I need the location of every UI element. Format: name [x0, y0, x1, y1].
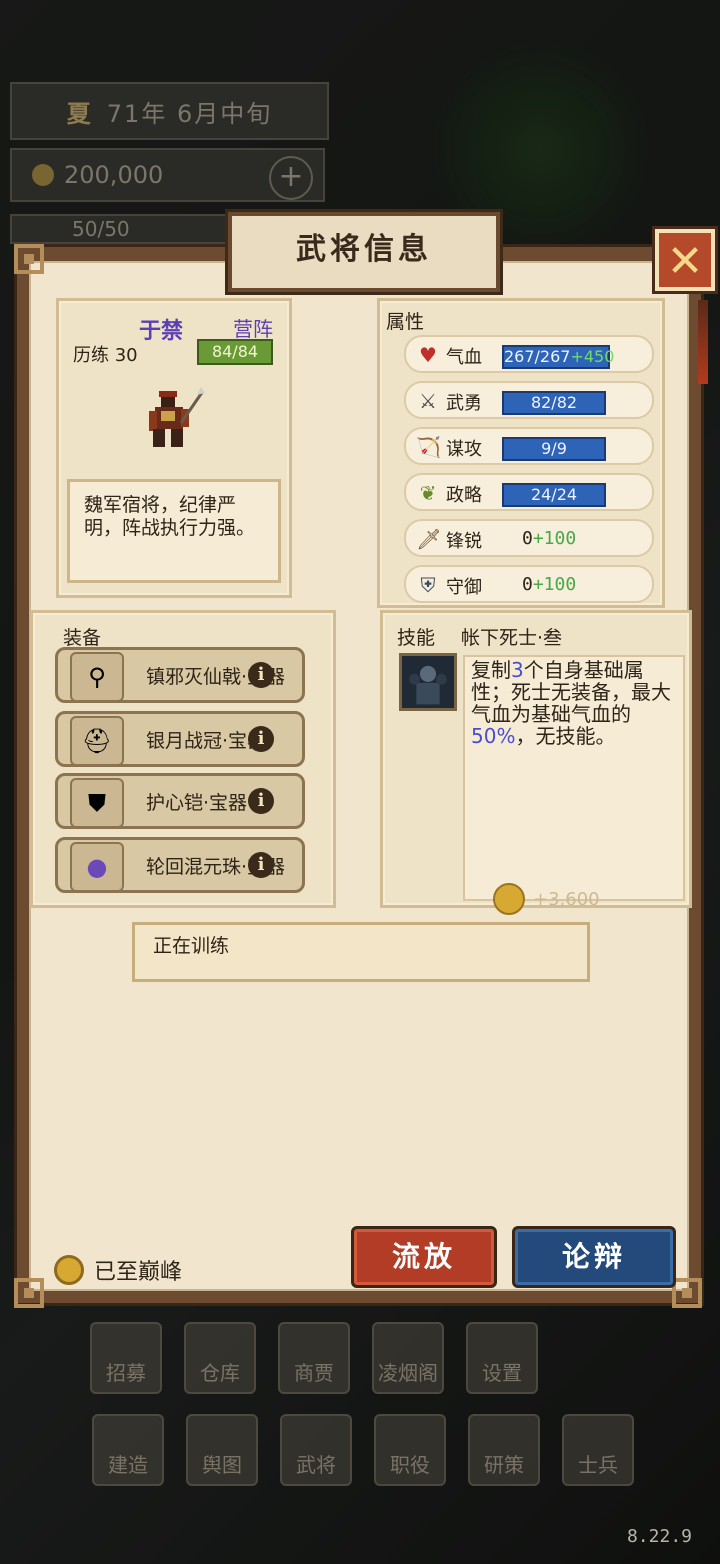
- attributes-panel: 属性 ♥ 气血 267/267+450 ⚔ 武勇 82/82 🏹 谋攻 9/9 …: [377, 298, 665, 608]
- info-icon[interactable]: i: [248, 662, 274, 688]
- attr-bar-strategy: 9/9: [502, 437, 606, 461]
- exile-button[interactable]: 流放: [351, 1226, 497, 1288]
- equipment-title: 装备: [63, 627, 102, 649]
- bow-icon: 🏹: [416, 435, 441, 459]
- nav-settings[interactable]: 设置: [466, 1322, 538, 1394]
- season-label: 夏: [66, 99, 93, 128]
- attr-row-sharpness: 🗡 锋锐 0+100: [404, 519, 654, 557]
- nav-merchant[interactable]: 商贾: [278, 1322, 350, 1394]
- orb-icon: ●: [70, 842, 124, 892]
- peak-status: 已至巅峰: [54, 1254, 182, 1286]
- gold-amount: 200,000: [64, 161, 164, 189]
- debate-button[interactable]: 论辩: [512, 1226, 676, 1288]
- nav-soldiers[interactable]: 士兵: [562, 1414, 634, 1486]
- nav-lingyan[interactable]: 凌烟阁: [372, 1322, 444, 1394]
- attr-base: 0: [522, 528, 533, 549]
- nav-recruit[interactable]: 招募: [90, 1322, 162, 1394]
- add-gold-button[interactable]: +: [269, 156, 313, 200]
- skill-label: 技能: [397, 627, 436, 649]
- hero-card: 于禁 营阵 历练 30 84/84 魏军宿将，纪律严明，阵战执行力强。: [56, 298, 292, 598]
- attr-name: 政略: [446, 485, 482, 506]
- hero-hp-badge: 84/84: [197, 339, 273, 365]
- coin-icon: [54, 1255, 84, 1285]
- dialog-title: 武将信息: [228, 212, 500, 292]
- nav-build[interactable]: 建造: [92, 1414, 164, 1486]
- corner-knot-icon: [4, 1268, 58, 1322]
- info-icon[interactable]: i: [248, 726, 274, 752]
- skill-upgrade-cost[interactable]: +3,600: [493, 883, 600, 915]
- skill-description: 复制3个自身基础属性；死士无装备，最大气血为基础气血的50%，无技能。: [463, 655, 685, 901]
- halberd-icon: ⚲: [70, 652, 124, 702]
- skill-desc-text: 复制: [471, 658, 511, 682]
- attr-row-politics: ❦ 政略 24/24: [404, 473, 654, 511]
- training-status: 正在训练: [132, 922, 590, 982]
- skill-desc-number: 50%: [471, 724, 516, 748]
- corner-knot-icon: [4, 234, 58, 288]
- equipment-slot-armor[interactable]: ⛊ 护心铠·宝器 i: [55, 773, 305, 829]
- heart-icon: ♥: [419, 343, 437, 367]
- coin-icon: [493, 883, 525, 915]
- date-label: 71年 6月中旬: [106, 99, 273, 128]
- attr-name: 谋攻: [446, 439, 482, 460]
- wheat-icon: ❦: [419, 481, 437, 505]
- shield-icon: ⛨: [420, 573, 436, 597]
- helmet-icon: ⛑: [70, 716, 124, 766]
- attr-name: 守御: [446, 577, 482, 598]
- skill-panel: 技能 帐下死士·叁 复制3个自身基础属性；死士无装备，最大气血为基础气血的50%…: [380, 610, 692, 915]
- attr-value: 0+100: [522, 528, 576, 549]
- skill-desc-number: 3: [511, 658, 524, 682]
- nav-warehouse[interactable]: 仓库: [184, 1322, 256, 1394]
- nav-research[interactable]: 研策: [468, 1414, 540, 1486]
- attr-bonus: +100: [532, 574, 577, 595]
- equipment-slot-weapon[interactable]: ⚲ 镇邪灭仙戟·宝器 i: [55, 647, 305, 703]
- season-date-bar: 夏 71年 6月中旬: [10, 82, 329, 140]
- attr-bar-valor: 82/82: [502, 391, 606, 415]
- nav-posts[interactable]: 职役: [374, 1414, 446, 1486]
- gold-bar: 200,000 +: [10, 148, 325, 202]
- attr-row-valor: ⚔ 武勇 82/82: [404, 381, 654, 419]
- hero-name: 于禁: [139, 319, 184, 344]
- attr-bar-politics: 24/24: [502, 483, 606, 507]
- attr-base: 0: [522, 574, 533, 595]
- hero-experience: 历练 30: [73, 345, 138, 366]
- equipment-slot-helmet[interactable]: ⛑ 银月战冠·宝器 i: [55, 711, 305, 767]
- attr-bonus: +450: [570, 347, 615, 366]
- attr-name: 锋锐: [446, 531, 482, 552]
- nav-map[interactable]: 舆图: [186, 1414, 258, 1486]
- attr-row-strategy: 🏹 谋攻 9/9: [404, 427, 654, 465]
- hero-role: 营阵: [233, 317, 273, 341]
- skill-icon[interactable]: [399, 653, 457, 711]
- hero-description: 魏军宿将，纪律严明，阵战执行力强。: [67, 479, 281, 583]
- info-icon[interactable]: i: [248, 788, 274, 814]
- coin-icon: [32, 164, 54, 186]
- close-button[interactable]: ✕: [655, 229, 715, 291]
- attr-name: 武勇: [446, 393, 482, 414]
- skill-cost-value: +3,600: [533, 888, 600, 910]
- equipment-slot-treasure[interactable]: ● 轮回混元珠·宝器 i: [55, 837, 305, 893]
- attr-row-hp: ♥ 气血 267/267+450: [404, 335, 654, 373]
- equipment-name: 护心铠·宝器: [146, 792, 248, 814]
- attributes-title: 属性: [386, 311, 425, 333]
- bottom-nav-row-1: 招募 仓库 商贾 凌烟阁 设置: [90, 1322, 538, 1394]
- skill-name: 帐下死士·叁: [461, 627, 563, 649]
- tassel-ornament: [698, 300, 708, 384]
- version-label: 8.22.9: [626, 1526, 692, 1547]
- bottom-nav-row-2: 建造 舆图 武将 职役 研策 士兵: [92, 1414, 634, 1486]
- info-icon[interactable]: i: [248, 852, 274, 878]
- attr-value: 0+100: [522, 574, 576, 595]
- nav-generals[interactable]: 武将: [280, 1414, 352, 1486]
- armor-icon: ⛊: [70, 778, 124, 828]
- troops-count: 50/50: [72, 217, 130, 241]
- attr-bar-hp: 267/267+450: [502, 345, 614, 369]
- sword-icon: 🗡: [416, 527, 442, 551]
- attr-row-defense: ⛨ 守御 0+100: [404, 565, 654, 603]
- peak-label: 已至巅峰: [94, 1260, 183, 1285]
- attr-name: 气血: [446, 347, 482, 368]
- hero-portrait: [149, 387, 205, 447]
- attr-value: 267/267: [504, 347, 571, 366]
- swords-icon: ⚔: [419, 389, 437, 413]
- equipment-panel: 装备 ⚲ 镇邪灭仙戟·宝器 i ⛑ 银月战冠·宝器 i ⛊ 护心铠·宝器 i ●…: [30, 610, 336, 908]
- skill-desc-text: ，无技能。: [515, 724, 616, 748]
- attr-bonus: +100: [532, 528, 577, 549]
